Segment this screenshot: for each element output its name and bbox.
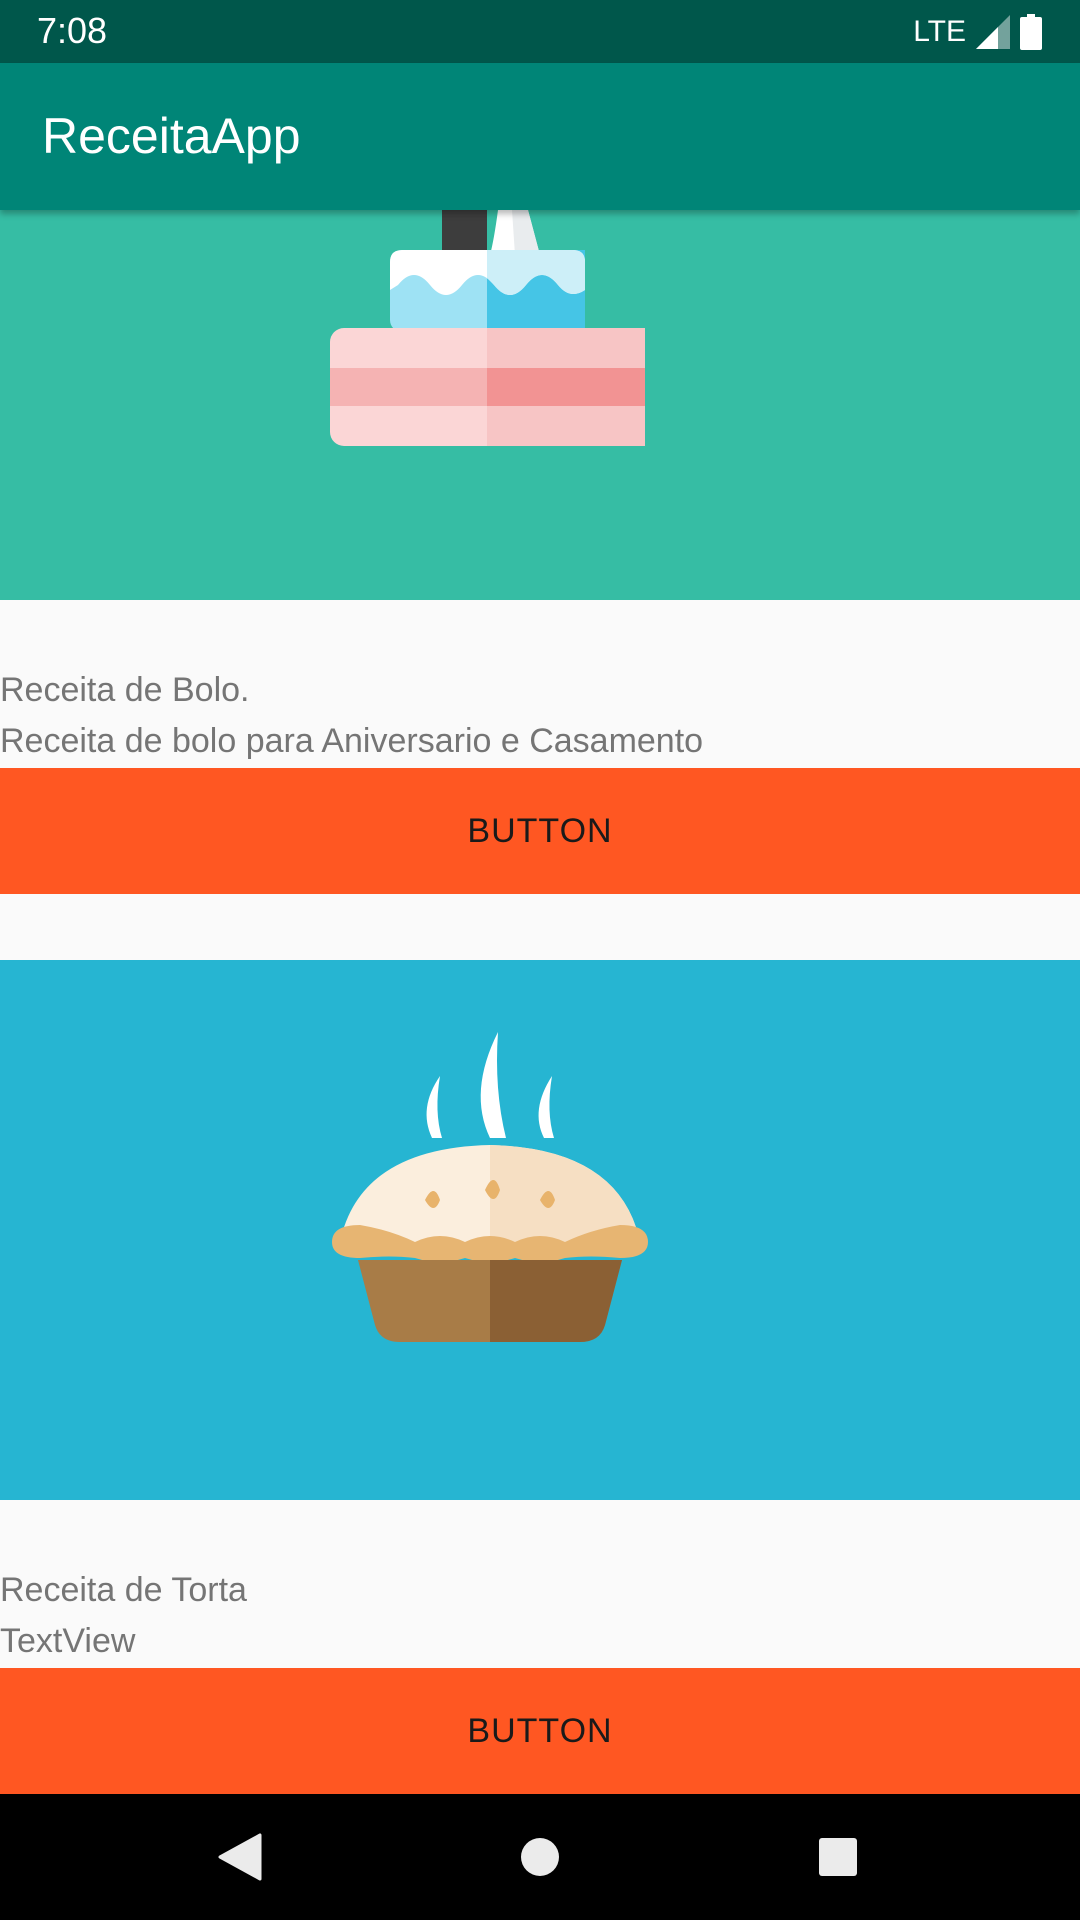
nav-recents-button[interactable] [803, 1824, 873, 1890]
navigation-bar [0, 1794, 1080, 1920]
nav-back-button[interactable] [205, 1824, 275, 1890]
wedding-cake-icon [330, 210, 645, 446]
app-title: ReceitaApp [42, 108, 301, 164]
recents-icon [819, 1838, 857, 1876]
battery-icon [1020, 14, 1042, 50]
app-bar: ReceitaApp [0, 63, 1080, 210]
back-icon [218, 1833, 262, 1881]
recipe-list[interactable]: Receita de Bolo. Receita de bolo para An… [0, 210, 1080, 1794]
recipe-button[interactable]: BUTTON [0, 1668, 1080, 1794]
recipe-title: Receita de Bolo. [0, 671, 250, 709]
recipe-image-cake [0, 210, 1080, 600]
pie-icon [332, 1032, 648, 1342]
network-type: LTE [913, 15, 966, 48]
status-indicators: LTE [913, 12, 1042, 52]
recipe-title: Receita de Torta [0, 1571, 247, 1609]
recipe-button[interactable]: BUTTON [0, 768, 1080, 894]
status-time: 7:08 [37, 10, 108, 51]
status-bar: 7:08 LTE [0, 0, 1080, 63]
recipe-image-pie [0, 960, 1080, 1500]
signal-icon [976, 15, 1010, 49]
recipe-description: Receita de bolo para Aniversario e Casam… [0, 722, 704, 760]
home-icon [521, 1838, 559, 1876]
recipe-description: TextView [0, 1622, 136, 1660]
nav-home-button[interactable] [505, 1824, 575, 1890]
